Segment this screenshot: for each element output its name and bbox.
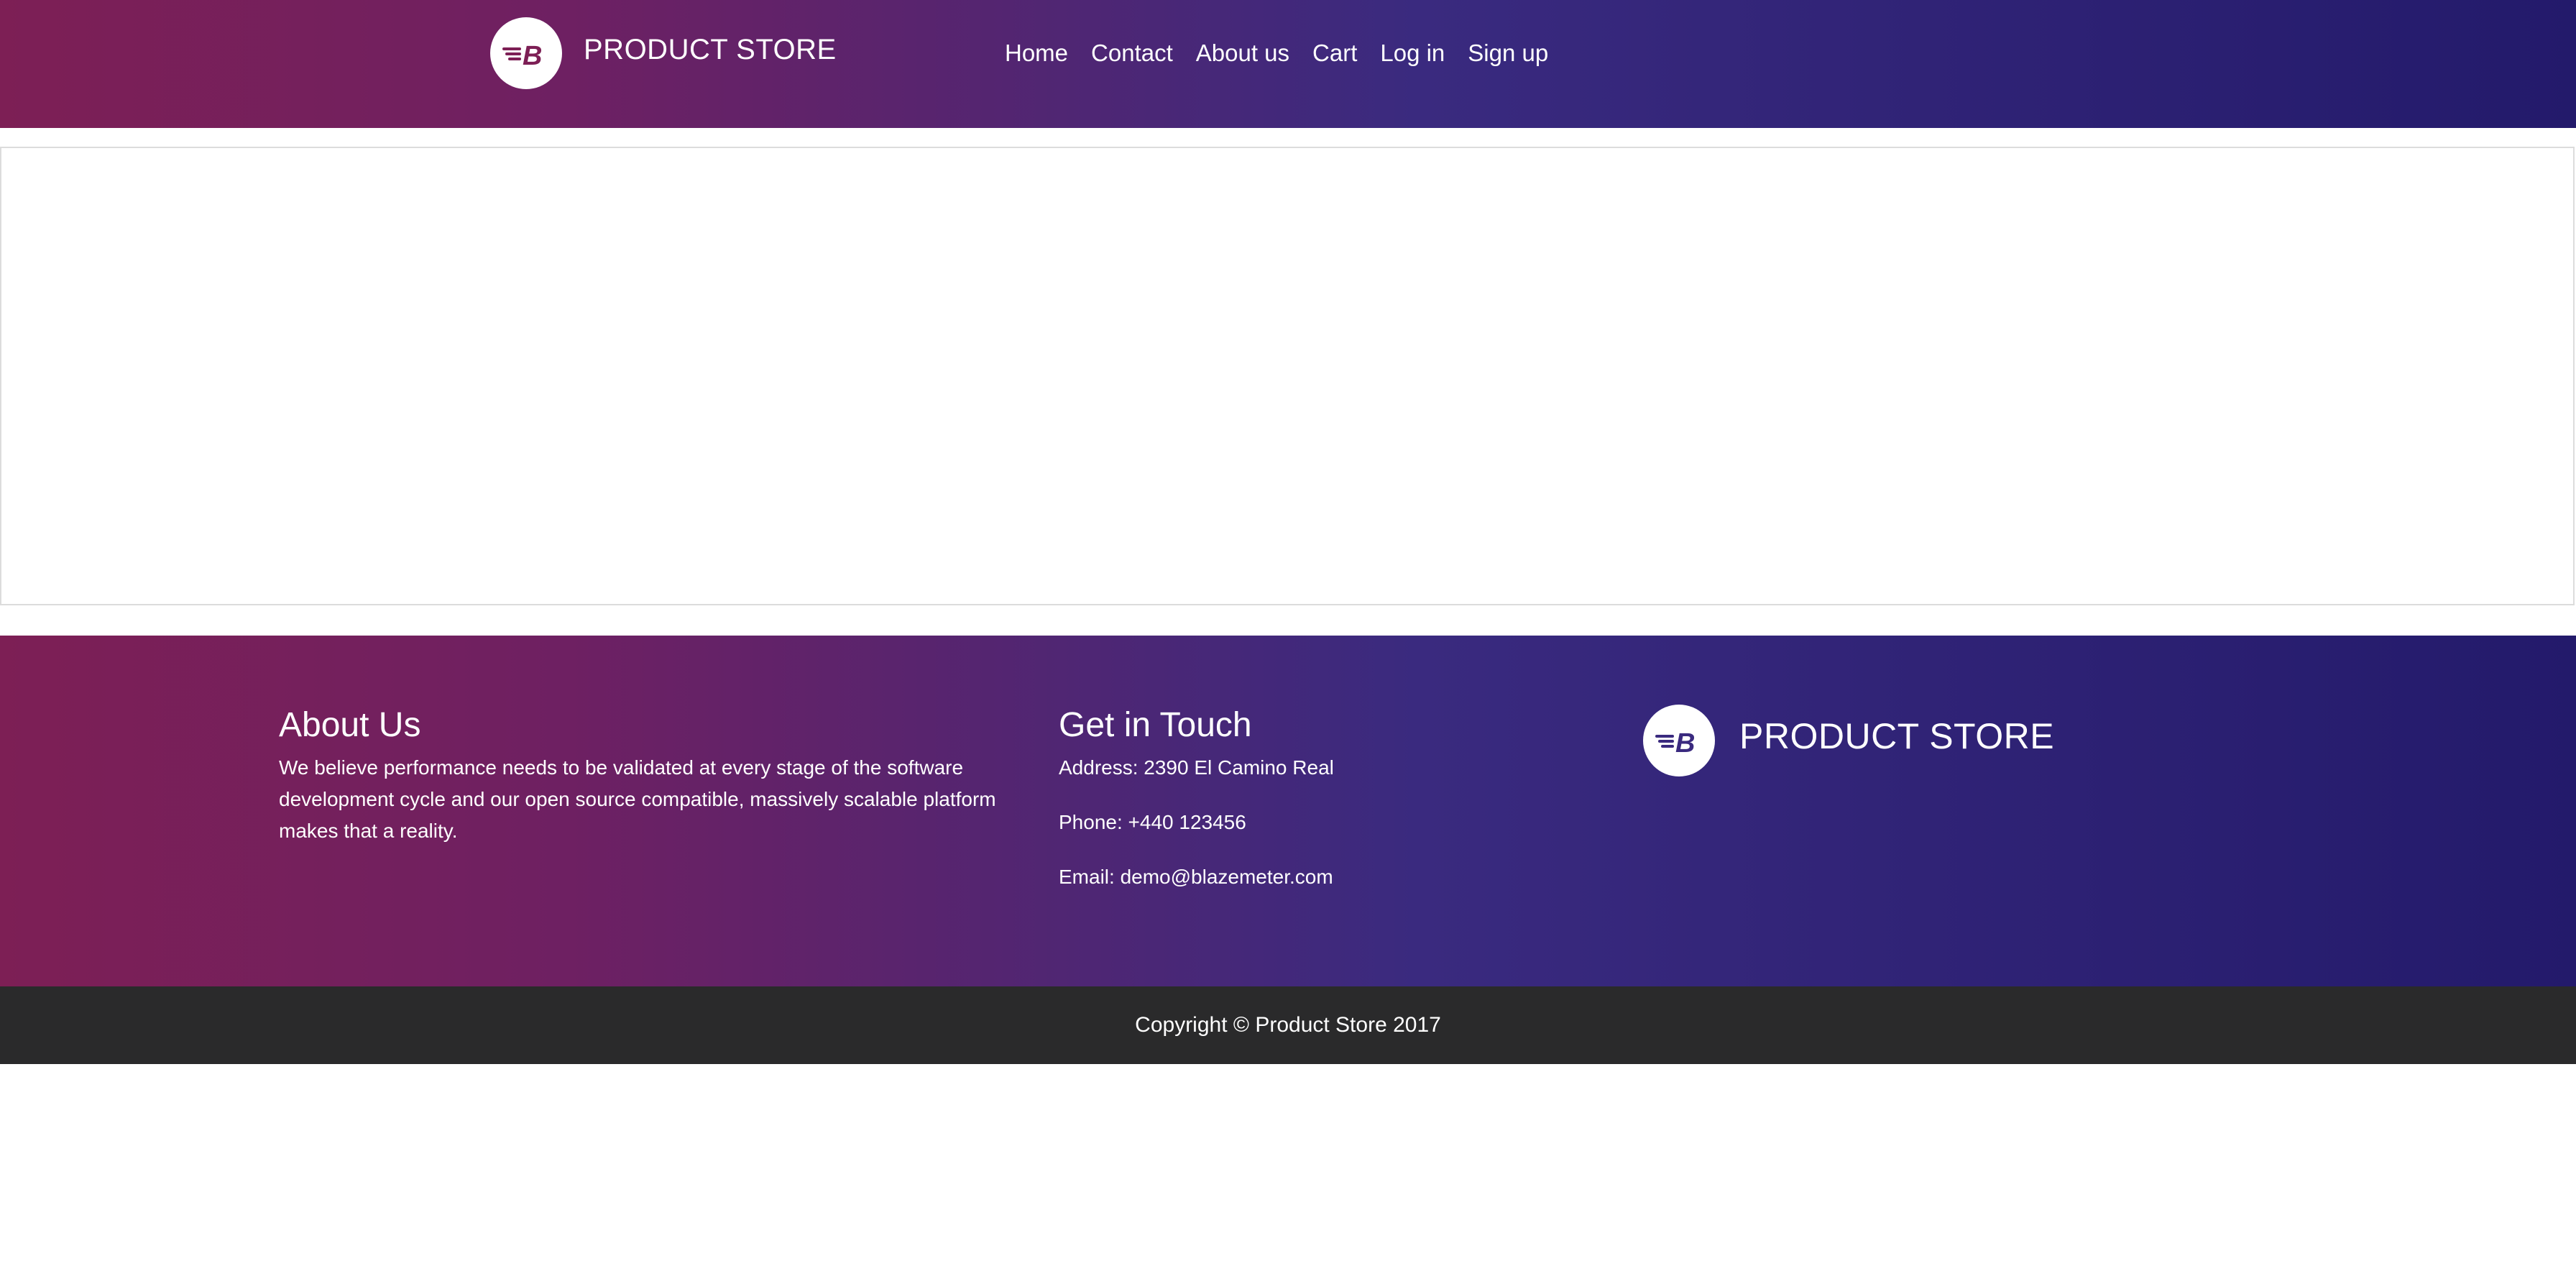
footer-about-heading: About Us [279,706,421,744]
brand-name[interactable]: PRODUCT STORE [584,32,837,68]
footer-logo-icon: B [1643,705,1715,776]
nav-log-in[interactable]: Log in [1380,37,1445,69]
svg-text:B: B [523,41,542,69]
footer: About Us We believe performance needs to… [0,636,2576,986]
nav-sign-up[interactable]: Sign up [1468,37,1548,69]
footer-about-text: We believe performance needs to be valid… [279,756,996,842]
copyright-text: Copyright © Product Store 2017 [1135,1013,1441,1037]
nav-about-us[interactable]: About us [1196,37,1289,69]
footer-brand-name: PRODUCT STORE [1739,716,2055,756]
nav-home[interactable]: Home [1005,37,1068,69]
brand-logo-icon[interactable]: B [490,17,562,89]
footer-email: Email: demo@blazemeter.com [1059,866,1333,888]
footer-phone: Phone: +440 123456 [1059,811,1246,833]
copyright-bar: Copyright © Product Store 2017 [0,986,2576,1064]
svg-text:B: B [1675,728,1695,756]
navbar: B PRODUCT STORE Home Contact About us Ca… [0,0,2576,128]
main-nav: Home Contact About us Cart Log in Sign u… [1005,37,1548,69]
footer-address: Address: 2390 El Camino Real [1059,756,1334,779]
nav-contact[interactable]: Contact [1091,37,1173,69]
footer-contact-section: Get in Touch Address: 2390 El Camino Rea… [1059,705,1562,916]
footer-about-section: About Us We believe performance needs to… [279,705,1041,847]
footer-contact-heading: Get in Touch [1059,706,1252,744]
product-carousel [0,147,2575,605]
nav-cart[interactable]: Cart [1312,37,1357,69]
